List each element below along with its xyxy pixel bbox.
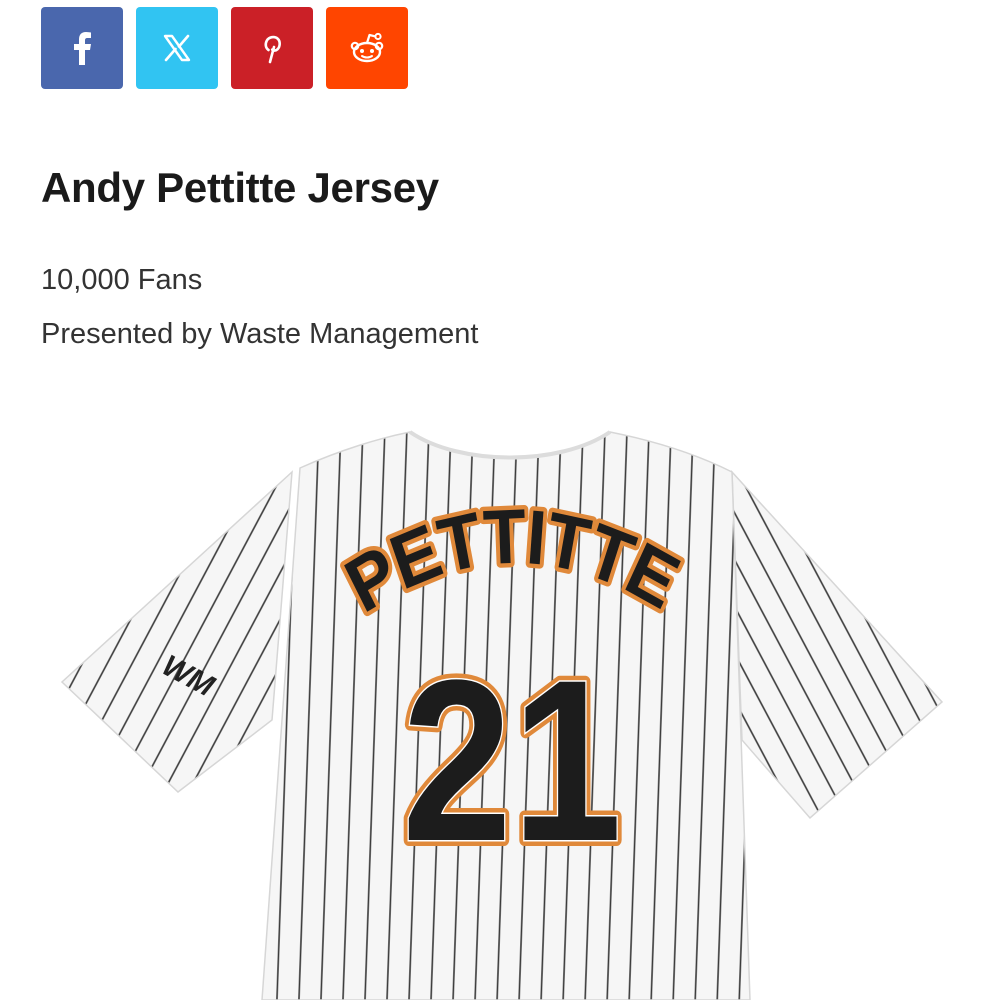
share-bar: [41, 7, 408, 89]
reddit-icon: [350, 32, 384, 63]
jersey-number: 21: [402, 633, 622, 889]
quantity-text: 10,000 Fans: [41, 264, 203, 296]
x-icon: [163, 34, 191, 62]
item-title: Andy Pettitte Jersey: [41, 164, 439, 211]
reddit-share-button[interactable]: [326, 7, 408, 89]
right-sleeve: [731, 469, 944, 820]
left-sleeve: [60, 470, 293, 793]
pinterest-icon: [264, 35, 281, 64]
pinterest-share-button[interactable]: [231, 7, 313, 89]
jersey-image: WM PETTITTE PETTITTE 21 21: [60, 430, 944, 1000]
x-share-button[interactable]: [136, 7, 218, 89]
presenter-text: Presented by Waste Management: [41, 318, 479, 350]
facebook-icon: [74, 32, 91, 65]
facebook-share-button[interactable]: [41, 7, 123, 89]
